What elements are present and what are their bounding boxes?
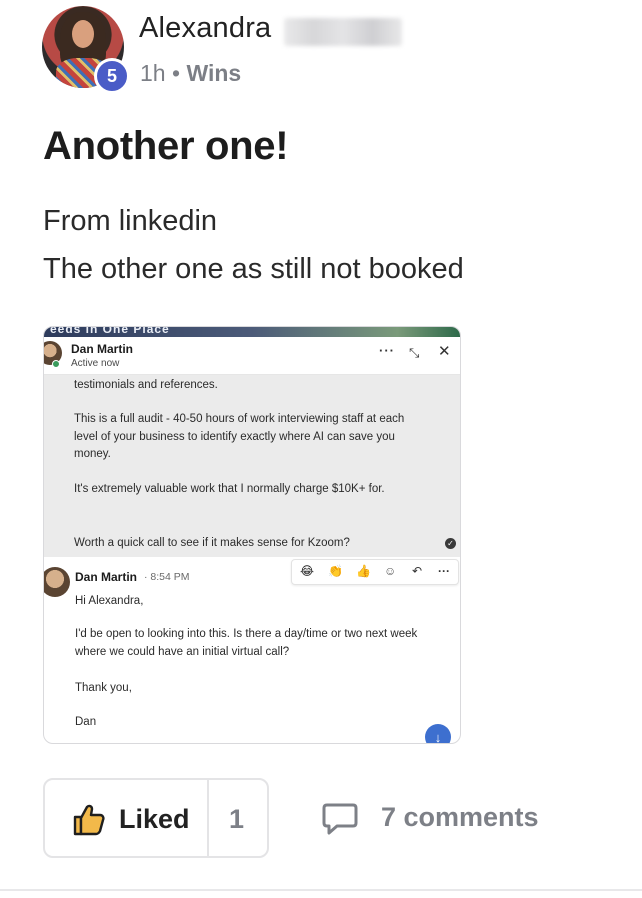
reply-text: Hi Alexandra, bbox=[75, 595, 144, 607]
contact-status: Active now bbox=[71, 358, 120, 369]
reply-sender-name: Dan Martin bbox=[75, 570, 138, 584]
image-banner: eeds in One Place bbox=[44, 327, 460, 337]
divider bbox=[0, 889, 642, 891]
post-body-line: The other one as still not booked bbox=[43, 253, 464, 285]
post-category[interactable]: Wins bbox=[186, 60, 241, 86]
like-label: Liked bbox=[119, 804, 190, 834]
online-status-dot bbox=[52, 360, 60, 368]
reply-avatar bbox=[44, 567, 70, 597]
message-text: This is a full audit - 40-50 hours of wo… bbox=[74, 413, 405, 460]
banner-text: eeds in One Place bbox=[50, 326, 170, 336]
minimize-icon: ⤡ bbox=[409, 345, 420, 360]
reply-icon: ↶ bbox=[412, 564, 423, 578]
reply-text: I'd be open to looking into this. Is the… bbox=[75, 628, 418, 658]
message-text: It's extremely valuable work that I norm… bbox=[74, 483, 385, 495]
post-title: Another one! bbox=[43, 124, 289, 168]
reply-text: Dan bbox=[75, 716, 97, 728]
avatar-face bbox=[72, 20, 94, 48]
add-reaction-icon: ☺ bbox=[384, 564, 397, 578]
attached-image[interactable]: eeds in One Place Dan Martin Active now … bbox=[43, 326, 461, 744]
thumbs-up-reaction-icon: 👍 bbox=[356, 564, 371, 578]
reply-time: · 8:54 PM bbox=[144, 571, 190, 583]
author-avatar-wrap[interactable]: 5 bbox=[42, 6, 130, 94]
post-time: 1h bbox=[140, 60, 166, 86]
meta-separator: • bbox=[171, 60, 181, 86]
close-icon: ✕ bbox=[438, 343, 451, 360]
more-icon: ··· bbox=[379, 343, 395, 358]
redacted-surname bbox=[284, 18, 402, 46]
speech-bubble-icon[interactable] bbox=[321, 802, 359, 836]
laugh-reaction-icon: 😂 bbox=[300, 564, 315, 578]
reaction-bar: 😂 👏 👍 ☺ ↶ ··· bbox=[291, 559, 459, 585]
thumbs-up-icon bbox=[73, 804, 105, 836]
post-body-line: From linkedin bbox=[43, 205, 218, 237]
seen-check-icon: ✓ bbox=[445, 538, 456, 549]
contact-name: Dan Martin bbox=[71, 342, 134, 356]
reply-text: Thank you, bbox=[75, 682, 132, 694]
like-count[interactable]: 1 bbox=[229, 804, 244, 835]
level-badge: 5 bbox=[94, 58, 130, 94]
like-divider bbox=[207, 780, 209, 856]
more-options-icon: ··· bbox=[438, 564, 450, 578]
like-button[interactable]: Liked 1 bbox=[43, 778, 269, 858]
comments-link[interactable]: 7 comments bbox=[381, 802, 539, 833]
chat-header: Dan Martin Active now ··· ⤡ ✕ bbox=[44, 337, 460, 375]
message-text: testimonials and references. bbox=[74, 379, 218, 391]
scroll-down-icon: ↓ bbox=[425, 724, 451, 743]
sent-message-block: testimonials and references. This is a f… bbox=[44, 375, 460, 557]
post-meta: 1h • Wins bbox=[140, 60, 241, 87]
clap-reaction-icon: 👏 bbox=[328, 564, 343, 578]
message-text: Worth a quick call to see if it makes se… bbox=[74, 537, 350, 549]
author-name[interactable]: Alexandra bbox=[139, 12, 271, 45]
